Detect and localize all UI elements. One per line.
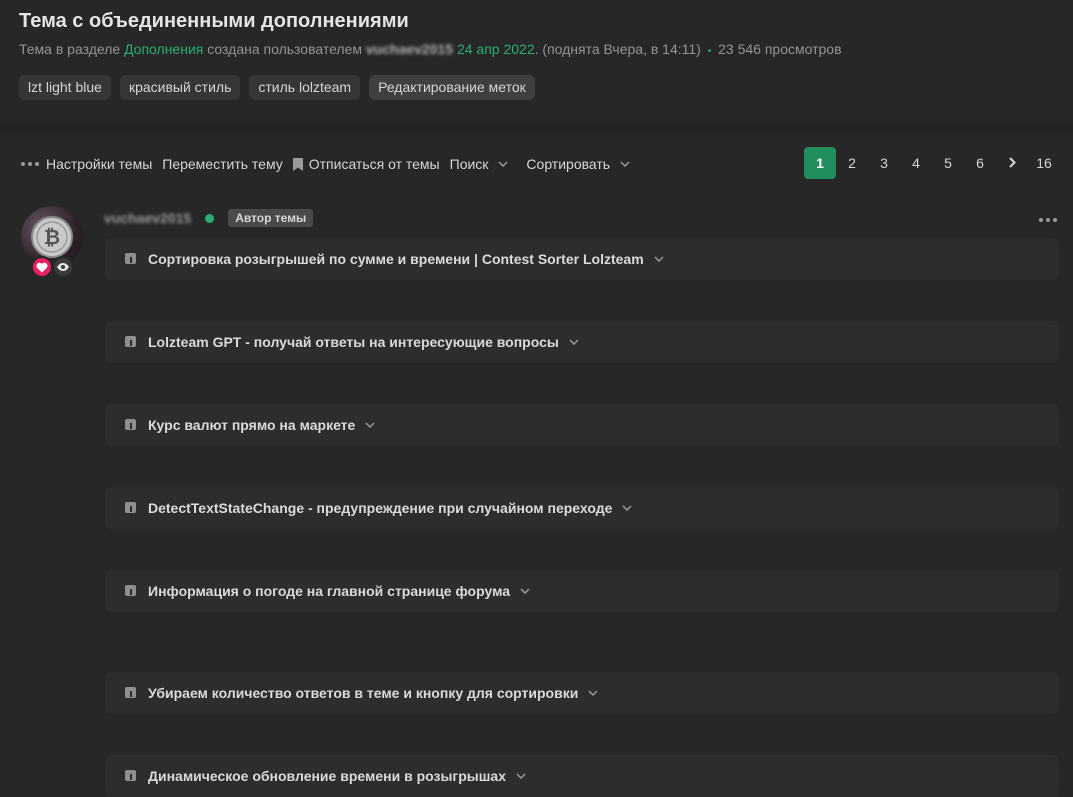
chevron-down-icon [520,588,530,594]
info-icon [125,336,136,347]
page-link-last[interactable]: 16 [1028,147,1060,179]
thread-meta: Тема в разделе Дополнения создана пользо… [19,41,842,57]
chevron-down-icon [654,256,664,262]
move-thread-button[interactable]: Переместить тему [162,156,282,172]
avatar[interactable]: ₿ [21,206,83,268]
post-menu-button[interactable] [1038,210,1058,228]
edit-tags-button[interactable]: Редактирование меток [369,75,535,100]
spoiler-block[interactable]: Убираем количество ответов в теме и кноп… [105,672,1059,714]
spoiler-title-text: Lolzteam GPT - получай ответы на интерес… [148,334,559,350]
sort-dropdown[interactable]: Сортировать [526,156,630,172]
section-link[interactable]: Дополнения [124,41,203,57]
spoiler-block[interactable]: Динамическое обновление времени в розыгр… [105,755,1059,797]
spoiler-title: Курс валют прямо на маркете [148,417,375,433]
svg-text:₿: ₿ [44,225,60,249]
meta-dot-separator: • [707,46,712,57]
thread-settings-button[interactable]: Настройки темы [20,156,152,172]
info-icon [125,253,136,264]
chevron-down-icon [622,505,632,511]
unsubscribe-label: Отписаться от темы [308,156,440,172]
meta-views: 23 546 просмотров [718,41,842,57]
meta-raised: . (поднята Вчера, в 14:11) [534,41,701,57]
chevron-down-icon [588,690,598,696]
chevron-down-icon [516,773,526,779]
spoiler-title: Убираем количество ответов в теме и кноп… [148,685,598,701]
page-link-current[interactable]: 1 [804,147,836,179]
eye-badge-icon [52,256,74,278]
author-badge: Автор темы [228,209,314,227]
page-link[interactable]: 2 [836,147,868,179]
heart-badge-icon [31,256,53,278]
chevron-right-icon [1008,147,1016,179]
thread-header: Тема с объединенными дополнениями Тема в… [0,0,1073,122]
unsubscribe-button[interactable]: Отписаться от темы [292,156,440,172]
spoiler-title: Lolzteam GPT - получай ответы на интерес… [148,334,579,350]
spoiler-title-text: Динамическое обновление времени в розыгр… [148,768,506,784]
spoiler-title-text: Курс валют прямо на маркете [148,417,356,433]
section-divider [0,122,1073,134]
info-icon [125,502,136,513]
spoiler-title-text: DetectTextStateChange - предупреждение п… [148,500,613,516]
page-link[interactable]: 6 [964,147,996,179]
spoiler-block[interactable]: Lolzteam GPT - получай ответы на интерес… [105,321,1059,363]
info-icon [125,770,136,781]
search-label: Поиск [449,156,489,172]
pagination: 1 2 3 4 5 6 16 [804,147,1060,179]
bitcoin-icon: ₿ [31,216,73,258]
spoiler-title: Информация о погоде на главной странице … [148,583,530,599]
chevron-down-icon [365,422,375,428]
meta-username[interactable]: vuchaev2015 [366,41,453,57]
spoiler-block[interactable]: Курс валют прямо на маркете [105,404,1059,446]
chevron-down-icon [569,339,579,345]
spoiler-title-text: Убираем количество ответов в теме и кноп… [148,685,579,701]
spoiler-block[interactable]: Сортировка розыгрышей по сумме и времени… [105,238,1059,280]
meta-prefix: Тема в разделе [19,41,121,57]
search-dropdown[interactable]: Поиск [450,156,509,172]
chevron-down-icon [498,161,508,167]
meta-created-by: создана пользователем [207,41,362,57]
chevron-down-icon [620,161,630,167]
spoiler-title: DetectTextStateChange - предупреждение п… [148,500,632,516]
meta-date[interactable]: 24 апр 2022 [457,41,535,57]
page-link[interactable]: 5 [932,147,964,179]
spoiler-block[interactable]: DetectTextStateChange - предупреждение п… [105,487,1059,529]
next-page-button[interactable] [996,147,1028,179]
thread-toolbar: Настройки темы Переместить тему Отписать… [20,155,640,173]
tag-item[interactable]: стиль lolzteam [249,75,361,100]
bookmark-icon [292,157,303,171]
post-author-name[interactable]: vuchaev2015 [104,210,191,226]
thread-title: Тема с объединенными дополнениями [19,10,409,32]
post-author-line: vuchaev2015 Автор темы [104,209,314,227]
page-link[interactable]: 4 [900,147,932,179]
more-dots-icon [1039,218,1057,222]
info-icon [125,585,136,596]
author-avatar-block: ₿ [21,206,83,278]
info-icon [125,687,136,698]
thread-settings-label: Настройки темы [46,156,153,172]
spoiler-title-text: Информация о погоде на главной странице … [148,583,511,599]
tag-list: lzt light blue красивый стиль стиль lolz… [19,75,535,100]
sort-label: Сортировать [526,156,611,172]
more-dots-icon [20,161,40,167]
tag-item[interactable]: красивый стиль [119,75,241,100]
spoiler-title: Динамическое обновление времени в розыгр… [148,768,526,784]
tag-item[interactable]: lzt light blue [19,75,111,100]
online-status-indicator [205,213,215,223]
spoiler-title-text: Сортировка розыгрышей по сумме и времени… [148,251,644,267]
page-link[interactable]: 3 [868,147,900,179]
move-thread-label: Переместить тему [162,156,283,172]
info-icon [125,419,136,430]
spoiler-title: Сортировка розыгрышей по сумме и времени… [148,251,664,267]
spoiler-block[interactable]: Информация о погоде на главной странице … [105,570,1059,612]
thread-body: Настройки темы Переместить тему Отписать… [0,134,1073,797]
